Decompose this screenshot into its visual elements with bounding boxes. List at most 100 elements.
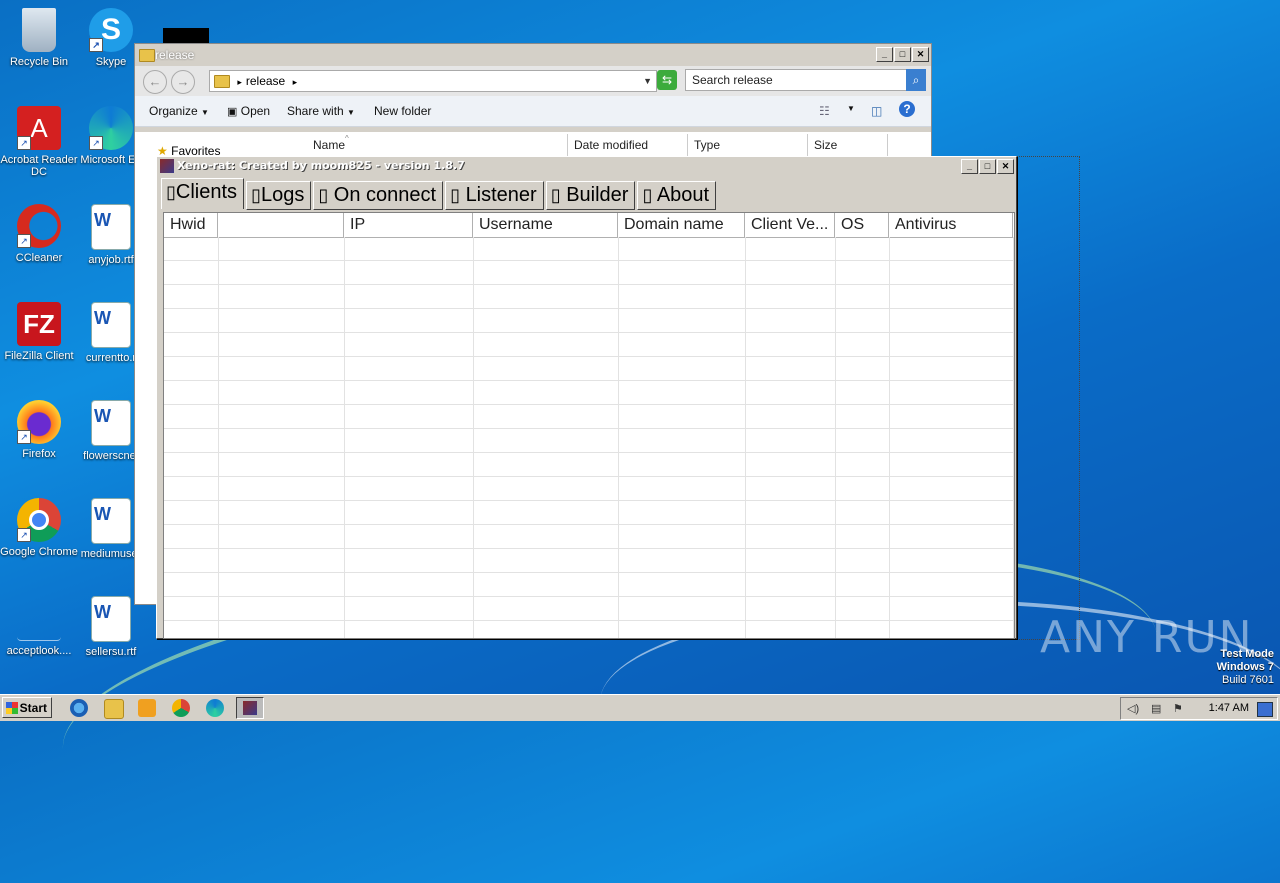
ccleaner-icon: ↗ xyxy=(17,204,61,248)
chevron-right-icon: ▸ xyxy=(292,77,298,87)
view-options-icon[interactable]: ☷ xyxy=(819,104,830,118)
tab-about[interactable]: ▯ About xyxy=(637,181,717,210)
explorer-toolbar: Organize ▼ ▣ Open Share with ▼ New folde… xyxy=(135,96,931,127)
xeno-title-bar[interactable]: Xeno-rat: Created by moom825 - version 1… xyxy=(157,157,1016,175)
explorer-title-bar[interactable]: release _ □ ✕ xyxy=(135,44,931,66)
tab-label: Logs xyxy=(260,184,305,206)
organize-button[interactable]: Organize ▼ xyxy=(149,104,209,118)
table-row[interactable] xyxy=(164,429,1014,453)
desktop-icon-ccleaner[interactable]: ↗ CCleaner xyxy=(0,204,78,264)
tab-logs[interactable]: ▯Logs xyxy=(246,181,312,210)
volume-icon[interactable]: ◁) xyxy=(1127,702,1141,715)
xeno-rat-window[interactable]: Xeno-rat: Created by moom825 - version 1… xyxy=(156,156,1017,639)
desktop-icon-label: flowerscnet xyxy=(83,450,139,462)
desktop-icon-label: sellersu.rtf xyxy=(85,646,137,658)
tab-on-connect[interactable]: ▯ On connect xyxy=(313,181,444,210)
table-row[interactable] xyxy=(164,237,1014,261)
xeno-rat-taskbar-button[interactable] xyxy=(236,697,264,719)
table-row[interactable] xyxy=(164,597,1014,621)
desktop-icon-acceptlook[interactable]: acceptlook.... xyxy=(0,596,78,657)
column-header-size[interactable]: Size xyxy=(814,138,837,152)
shortcut-arrow-icon: ↗ xyxy=(17,234,31,248)
column-header-os[interactable]: OS xyxy=(835,213,889,237)
firefox-icon: ↗ xyxy=(17,400,61,444)
file-explorer-icon[interactable] xyxy=(104,699,124,719)
table-row[interactable] xyxy=(164,261,1014,285)
help-icon[interactable]: ? xyxy=(899,101,915,117)
clock[interactable]: 1:47 AM xyxy=(1209,702,1249,714)
desktop-icon-acrobat[interactable]: A ↗ Acrobat Reader DC xyxy=(0,106,78,178)
tab-listener[interactable]: ▯ Listener xyxy=(445,181,544,210)
table-row[interactable] xyxy=(164,285,1014,309)
desktop-icon-label: Microsoft Ed xyxy=(80,154,142,166)
preview-pane-icon[interactable]: ◫ xyxy=(871,104,882,118)
clients-table-header: Hwid IP Username Domain name Client Ve..… xyxy=(164,213,1014,238)
refresh-button[interactable]: ⇆ xyxy=(657,70,677,90)
tab-clients[interactable]: ▯Clients xyxy=(161,178,245,209)
column-header-blank[interactable] xyxy=(218,213,344,237)
column-line xyxy=(745,237,746,638)
column-header-antivirus[interactable]: Antivirus xyxy=(889,213,1013,237)
edge-icon[interactable] xyxy=(206,699,224,717)
maximize-button[interactable]: □ xyxy=(979,159,996,174)
new-folder-button[interactable]: New folder xyxy=(374,104,431,118)
back-button[interactable]: ← xyxy=(143,70,167,94)
desktop-icon-filezilla[interactable]: FZ FileZilla Client xyxy=(0,302,78,362)
table-row[interactable] xyxy=(164,573,1014,597)
network-icon[interactable]: ▤ xyxy=(1151,702,1165,715)
table-row[interactable] xyxy=(164,549,1014,573)
column-header-type[interactable]: Type xyxy=(694,138,720,152)
column-header-domain-name[interactable]: Domain name xyxy=(618,213,745,237)
close-button[interactable]: ✕ xyxy=(912,47,929,62)
open-button[interactable]: ▣ Open xyxy=(227,104,270,118)
share-with-button[interactable]: Share with ▼ xyxy=(287,104,355,118)
clients-table[interactable]: Hwid IP Username Domain name Client Ve..… xyxy=(163,212,1015,639)
tab-glyph-icon: ▯ xyxy=(166,182,176,202)
chevron-down-icon[interactable]: ▼ xyxy=(643,71,652,91)
start-button[interactable]: Start xyxy=(2,697,52,718)
word-document-icon: W xyxy=(91,596,131,642)
desktop-icon-recycle-bin[interactable]: Recycle Bin xyxy=(0,8,78,68)
column-header-ip[interactable]: IP xyxy=(344,213,473,237)
table-row[interactable] xyxy=(164,501,1014,525)
forward-button[interactable]: → xyxy=(171,70,195,94)
table-row[interactable] xyxy=(164,525,1014,549)
search-icon[interactable]: ⌕ xyxy=(906,69,926,91)
skype-icon: S ↗ xyxy=(89,8,133,52)
column-header-username[interactable]: Username xyxy=(473,213,618,237)
column-header-client-version[interactable]: Client Ve... xyxy=(745,213,835,237)
media-player-icon[interactable] xyxy=(138,699,156,717)
system-tray: ◁) ▤ ⚑ 1:47 AM xyxy=(1120,697,1278,720)
desktop-icon-sellersu[interactable]: W sellersu.rtf xyxy=(72,596,150,658)
desktop-icon-chrome[interactable]: ↗ Google Chrome xyxy=(0,498,78,558)
table-row[interactable] xyxy=(164,357,1014,381)
table-row[interactable] xyxy=(164,453,1014,477)
flag-icon[interactable]: ⚑ xyxy=(1173,702,1187,715)
organize-label: Organize xyxy=(149,104,198,118)
tab-builder[interactable]: ▯ Builder xyxy=(545,181,636,210)
search-input[interactable]: Search release xyxy=(685,69,915,91)
chrome-icon[interactable] xyxy=(172,699,190,717)
minimize-button[interactable]: _ xyxy=(961,159,978,174)
table-row[interactable] xyxy=(164,381,1014,405)
column-header-name[interactable]: Name xyxy=(313,138,345,152)
maximize-button[interactable]: □ xyxy=(894,47,911,62)
column-header-date-modified[interactable]: Date modified xyxy=(574,138,648,152)
edge-icon: ↗ xyxy=(89,106,133,150)
table-row[interactable] xyxy=(164,405,1014,429)
table-row[interactable] xyxy=(164,333,1014,357)
address-field[interactable]: ▸ release ▸ ▼ xyxy=(209,70,657,92)
internet-explorer-icon[interactable] xyxy=(70,699,88,717)
column-header-hwid[interactable]: Hwid xyxy=(164,213,218,237)
desktop-icon-firefox[interactable]: ↗ Firefox xyxy=(0,400,78,460)
show-desktop-icon[interactable] xyxy=(1257,702,1273,717)
table-row[interactable] xyxy=(164,309,1014,333)
minimize-button[interactable]: _ xyxy=(876,47,893,62)
tab-label: About xyxy=(656,184,710,206)
table-row[interactable] xyxy=(164,477,1014,501)
shortcut-arrow-icon: ↗ xyxy=(17,136,31,150)
close-button[interactable]: ✕ xyxy=(997,159,1014,174)
app-icon xyxy=(243,701,257,715)
chevron-down-icon[interactable]: ▼ xyxy=(847,104,855,113)
shortcut-arrow-icon: ↗ xyxy=(17,528,31,542)
